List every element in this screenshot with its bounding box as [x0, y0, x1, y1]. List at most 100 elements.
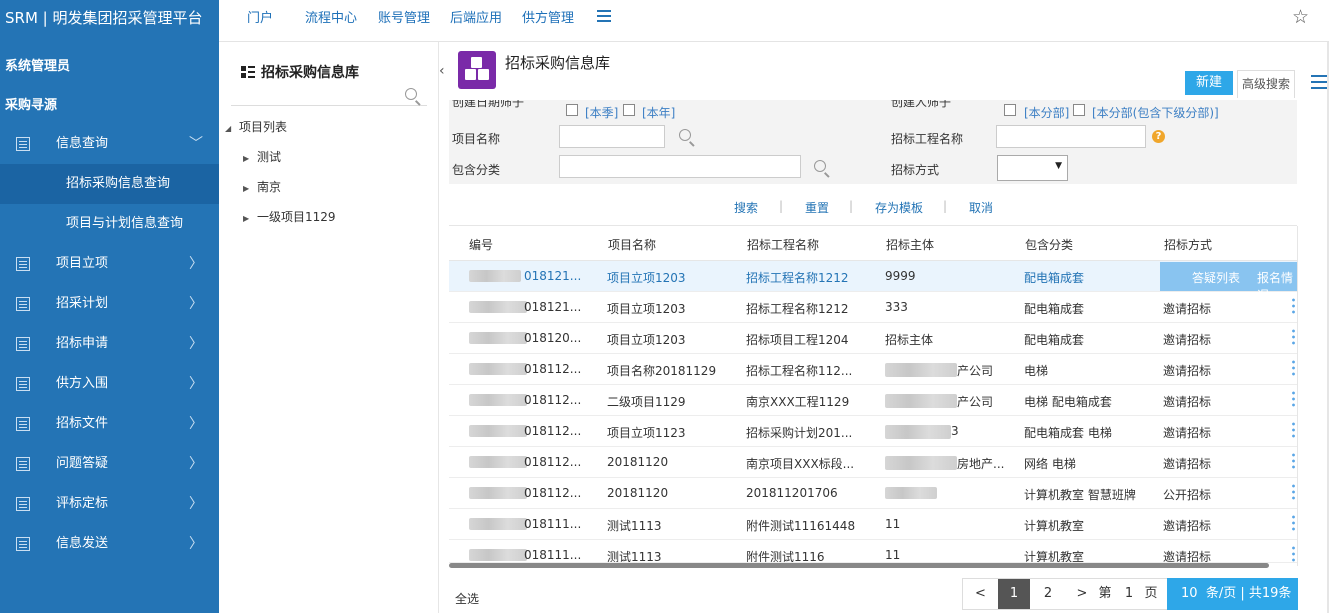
tree-search-input[interactable]	[231, 84, 427, 106]
cell-bid-name: 南京项目XXX标段...	[746, 457, 855, 471]
next-page-button[interactable]: >	[1067, 579, 1097, 609]
dept-link[interactable]: [本分部]	[1024, 104, 1069, 121]
menu-icon[interactable]	[597, 10, 611, 22]
list-view-icon[interactable]	[1311, 75, 1327, 89]
cell-code[interactable]: 018111...	[524, 517, 581, 531]
this-season-checkbox[interactable]	[566, 104, 578, 116]
cell-project[interactable]: 项目立项1203	[607, 269, 686, 286]
select-all[interactable]: 全选	[455, 590, 479, 607]
cell-code[interactable]: 018112...	[524, 455, 581, 469]
nav-account[interactable]: 账号管理	[378, 7, 430, 26]
sidebar-item-info-query[interactable]: 信息查询 ﹀	[0, 124, 219, 164]
search-button[interactable]: 搜索	[734, 199, 758, 216]
qa-list-link[interactable]: 答疑列表	[1192, 269, 1240, 286]
cell-code[interactable]: 018120...	[524, 331, 581, 345]
project-name-input[interactable]	[559, 125, 665, 148]
tree-node[interactable]: ▶ 南京	[243, 178, 281, 195]
more-icon[interactable]	[1292, 545, 1295, 563]
cell-bid-name[interactable]: 招标工程名称1212	[746, 269, 849, 286]
cell-code[interactable]: 018111...	[524, 548, 581, 562]
cell-code[interactable]: 018112...	[524, 486, 581, 500]
dept-sub-link[interactable]: [本分部(包含下级分部)]	[1092, 104, 1219, 121]
cell-code[interactable]: 018121...	[524, 269, 581, 283]
search-icon[interactable]	[679, 129, 691, 141]
cancel-button[interactable]: 取消	[969, 199, 993, 216]
sidebar-item-evaluation[interactable]: 评标定标 〉	[0, 484, 219, 524]
table-row[interactable]: 018112... 项目立项1123 招标采购计划201... 3 配电箱成套 …	[449, 416, 1297, 447]
prev-page-button[interactable]: <	[963, 579, 998, 609]
tree-node-root[interactable]: ◢ 项目列表	[225, 118, 287, 135]
bid-project-input[interactable]	[996, 125, 1146, 148]
new-button[interactable]: 新建	[1185, 71, 1233, 95]
nav-backend[interactable]: 后端应用	[450, 7, 502, 26]
col-subject[interactable]: 招标主体	[886, 236, 934, 253]
page-size-control[interactable]: 10 条/页 | 共19条	[1167, 578, 1298, 610]
more-icon[interactable]	[1292, 297, 1295, 315]
sidebar-item-bid-docs[interactable]: 招标文件 〉	[0, 404, 219, 444]
page-2-button[interactable]: 2	[1033, 579, 1063, 609]
sidebar-sub-project-plan-query[interactable]: 项目与计划信息查询	[0, 204, 219, 244]
cell-method: 邀请招标	[1163, 333, 1212, 347]
bid-method-select[interactable]	[997, 155, 1068, 181]
col-code[interactable]: 编号	[469, 236, 493, 253]
cell-category[interactable]: 配电箱成套	[1024, 269, 1084, 286]
more-icon[interactable]	[1292, 421, 1295, 439]
nav-portal[interactable]: 门户	[247, 7, 273, 26]
nav-supplier[interactable]: 供方管理	[522, 7, 574, 26]
more-icon[interactable]	[1292, 514, 1295, 532]
table-row[interactable]: 018112... 二级项目1129 南京XXX工程1129 产公司 电梯 配电…	[449, 385, 1297, 416]
table-row[interactable]: 018111... 测试1113 附件测试1116 11 计算机教室 邀请招标	[449, 540, 1297, 563]
cell-code[interactable]: 018112...	[524, 393, 581, 407]
cell-code[interactable]: 018121...	[524, 300, 581, 314]
more-icon[interactable]	[1292, 452, 1295, 470]
page-1-button[interactable]: 1	[998, 579, 1030, 609]
tree-node[interactable]: ▶ 一级项目1129	[243, 208, 336, 225]
table-row[interactable]: 018112... 20181120 南京项目XXX标段... 房地产... 网…	[449, 447, 1297, 478]
page-size[interactable]: 10	[1181, 586, 1198, 601]
sidebar-item-shortlist[interactable]: 供方入围 〉	[0, 364, 219, 404]
cell-code[interactable]: 018112...	[524, 424, 581, 438]
sidebar-sub-bid-info-query[interactable]: 招标采购信息查询	[0, 164, 219, 204]
sidebar-item-qa[interactable]: 问题答疑 〉	[0, 444, 219, 484]
horizontal-scrollbar[interactable]	[449, 563, 1269, 568]
table-row[interactable]: 018121... 项目立项1203 招标工程名称1212 333 配电箱成套 …	[449, 292, 1297, 323]
col-method[interactable]: 招标方式	[1164, 236, 1212, 253]
table-row[interactable]: 018112... 项目名称20181129 招标工程名称112... 产公司 …	[449, 354, 1297, 385]
table-row[interactable]: 018120... 项目立项1203 招标项目工程1204 招标主体 配电箱成套…	[449, 323, 1297, 354]
registration-link[interactable]: 报名情况	[1257, 269, 1297, 303]
tree-node[interactable]: ▶ 测试	[243, 148, 281, 165]
this-year-checkbox[interactable]	[623, 104, 635, 116]
save-template-button[interactable]: 存为模板	[875, 199, 923, 216]
cell-project: 项目名称20181129	[607, 364, 717, 378]
collapse-panel-icon[interactable]: ‹	[439, 64, 449, 78]
sidebar-item-send-info[interactable]: 信息发送 〉	[0, 524, 219, 564]
help-icon[interactable]: ?	[1152, 130, 1165, 143]
category-input[interactable]	[559, 155, 801, 178]
more-icon[interactable]	[1292, 359, 1295, 377]
nav-process-center[interactable]: 流程中心	[305, 7, 357, 26]
more-icon[interactable]	[1292, 328, 1295, 346]
table-row[interactable]: 018112... 20181120 201811201706 计算机教室 智慧…	[449, 478, 1297, 509]
sidebar-section[interactable]: 采购寻源	[5, 94, 57, 113]
sidebar-item-plan[interactable]: 招采计划 〉	[0, 284, 219, 324]
advanced-search-tab[interactable]: 高级搜索	[1237, 70, 1295, 98]
col-project[interactable]: 项目名称	[608, 236, 656, 253]
this-year-link[interactable]: [本年]	[642, 104, 675, 121]
reset-button[interactable]: 重置	[805, 199, 829, 216]
page-input[interactable]: 1	[1120, 579, 1138, 609]
more-icon[interactable]	[1292, 483, 1295, 501]
col-bid-name[interactable]: 招标工程名称	[747, 236, 819, 253]
star-icon[interactable]: ☆	[1292, 6, 1309, 28]
search-icon[interactable]	[814, 160, 826, 172]
sidebar-item-project[interactable]: 项目立项 〉	[0, 244, 219, 284]
cell-code[interactable]: 018112...	[524, 362, 581, 376]
col-category[interactable]: 包含分类	[1025, 236, 1073, 253]
dept-checkbox[interactable]	[1004, 104, 1016, 116]
this-season-link[interactable]: [本季]	[585, 104, 618, 121]
cell-category: 计算机教室	[1024, 519, 1085, 533]
search-icon[interactable]	[405, 88, 417, 100]
more-icon[interactable]	[1292, 390, 1295, 408]
sidebar-item-bid-apply[interactable]: 招标申请 〉	[0, 324, 219, 364]
dept-sub-checkbox[interactable]	[1073, 104, 1085, 116]
table-row[interactable]: 018111... 测试1113 附件测试11161448 11 计算机教室 邀…	[449, 509, 1297, 540]
